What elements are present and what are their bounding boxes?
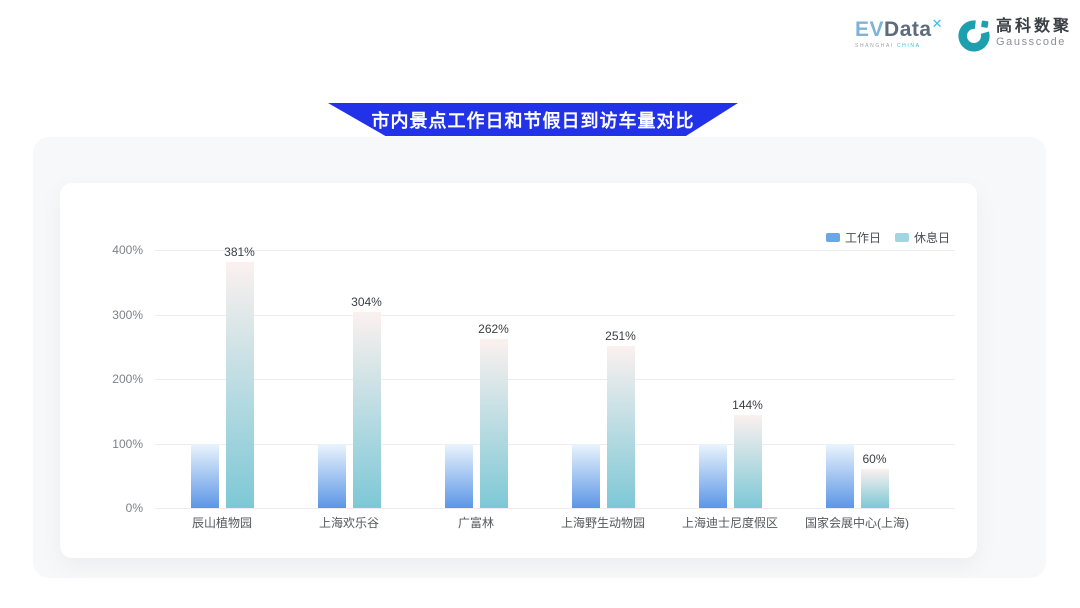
evdata-ev-text: EV (855, 18, 884, 41)
x-axis-label: 上海迪士尼度假区 (660, 514, 800, 531)
evdata-data-text: Data (884, 18, 932, 41)
page-title: 市内景点工作日和节假日到访车量对比 (372, 107, 695, 133)
bar-工作日-上海欢乐谷 (318, 444, 346, 509)
bar-工作日-上海迪士尼度假区 (699, 444, 727, 509)
x-axis-label: 上海欢乐谷 (279, 514, 419, 531)
legend-item-工作日[interactable]: 工作日 (826, 229, 881, 246)
bar-value-label: 262% (464, 322, 524, 336)
chart-legend: 工作日 休息日 (826, 229, 950, 246)
legend-item-休息日[interactable]: 休息日 (895, 229, 950, 246)
bar-工作日-广富林 (445, 444, 473, 509)
y-axis-tick: 300% (83, 308, 143, 322)
gausscode-text: 高科数聚 Gausscode (996, 18, 1072, 49)
x-axis-label: 辰山植物园 (152, 514, 292, 531)
gridline-0 (155, 508, 955, 509)
gridline-200 (155, 379, 955, 380)
x-axis-label: 上海野生动物园 (533, 514, 673, 531)
plot-area: 0%100%200%300%400%381%辰山植物园304%上海欢乐谷262%… (155, 250, 955, 508)
bar-value-label: 251% (591, 329, 651, 343)
bar-休息日-上海野生动物园 (607, 346, 635, 508)
y-axis-tick: 200% (83, 372, 143, 386)
evdata-wordmark: EVData✕ (855, 20, 943, 40)
bar-value-label: 144% (718, 398, 778, 412)
bar-value-label: 60% (845, 452, 905, 466)
bar-工作日-上海野生动物园 (572, 444, 600, 509)
legend-label: 工作日 (845, 229, 881, 246)
dashboard-page: EVData✕ SHANGHAI CHINA 高科数聚 Gausscode 市内… (0, 0, 1080, 608)
bar-休息日-国家会展中心(上海) (861, 469, 889, 508)
title-banner: 市内景点工作日和节假日到访车量对比 (328, 103, 738, 136)
header-logos: EVData✕ SHANGHAI CHINA 高科数聚 Gausscode (855, 18, 1072, 52)
gridline-400 (155, 250, 955, 251)
bar-休息日-上海迪士尼度假区 (734, 415, 762, 508)
gausscode-logo: 高科数聚 Gausscode (957, 18, 1072, 52)
legend-swatch-icon (826, 233, 840, 242)
legend-swatch-icon (895, 233, 909, 242)
evdata-x-icon: ✕ (932, 16, 943, 31)
x-axis-label: 国家会展中心(上海) (787, 514, 927, 531)
bar-休息日-辰山植物园 (226, 262, 254, 508)
legend-label: 休息日 (914, 229, 950, 246)
y-axis-tick: 100% (83, 437, 143, 451)
gridline-300 (155, 315, 955, 316)
bar-value-label: 304% (337, 295, 397, 309)
gausscode-en-name: Gausscode (996, 36, 1072, 49)
y-axis-tick: 0% (83, 501, 143, 515)
gausscode-g-icon (957, 18, 991, 52)
bar-休息日-广富林 (480, 339, 508, 508)
y-axis-tick: 400% (83, 243, 143, 257)
bar-工作日-辰山植物园 (191, 444, 219, 509)
x-axis-label: 广富林 (406, 514, 546, 531)
bar-value-label: 381% (210, 245, 270, 259)
evdata-subtitle: SHANGHAI CHINA (855, 43, 920, 49)
evdata-logo: EVData✕ SHANGHAI CHINA (855, 20, 943, 49)
bar-休息日-上海欢乐谷 (353, 312, 381, 508)
gausscode-cn-name: 高科数聚 (996, 18, 1072, 36)
